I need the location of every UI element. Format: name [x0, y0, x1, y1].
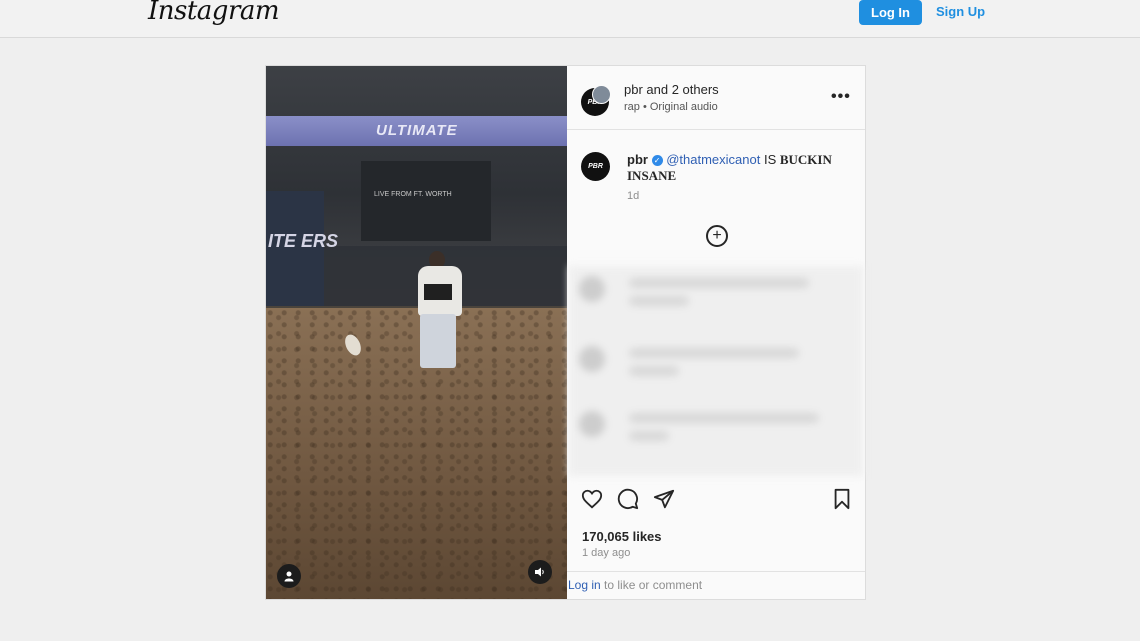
person-legs [420, 314, 456, 368]
video-player[interactable]: ULTIMATE LIVE FROM FT. WORTH ITE ERS [266, 66, 567, 599]
caption: pbr ✓ @thatmexicanot IS BUCKIN INSANE [627, 152, 852, 184]
divider [567, 571, 865, 572]
share-icon[interactable] [653, 488, 677, 512]
action-bar [567, 488, 865, 518]
arena-dirt [266, 308, 567, 599]
person-icon[interactable] [277, 564, 301, 588]
post-header: PBR pbr and 2 others rap • Original audi… [567, 66, 865, 130]
top-bar: Instagram Log In Sign Up [0, 0, 1140, 38]
post-details: PBR pbr and 2 others rap • Original audi… [567, 66, 865, 599]
caption-avatar-text: PBR [588, 163, 603, 170]
bookmark-icon[interactable] [831, 488, 855, 512]
collaborator-avatar[interactable] [592, 85, 611, 104]
login-button[interactable]: Log In [859, 0, 922, 25]
blurred-comments [569, 266, 863, 476]
caption-mention[interactable]: @thatmexicanot [666, 152, 760, 167]
likes-count[interactable]: 170,065 likes [582, 529, 662, 544]
login-prompt: Log in to like or comment [568, 578, 702, 592]
arena-tunnel-text: LIVE FROM FT. WORTH [374, 191, 452, 198]
arena-side-text: ITE ERS [268, 231, 339, 251]
load-more-comments-icon[interactable]: + [706, 225, 728, 247]
signup-link[interactable]: Sign Up [936, 4, 985, 19]
verified-badge-icon: ✓ [651, 155, 663, 167]
instagram-logo[interactable]: Instagram [148, 0, 280, 26]
arena-banner-text: ULTIMATE [376, 122, 458, 139]
arena-tunnel [361, 161, 491, 241]
comment-icon[interactable] [617, 488, 641, 512]
post-time: 1 day ago [582, 547, 631, 559]
login-link[interactable]: Log in [568, 578, 601, 592]
more-options-icon[interactable]: ••• [831, 88, 851, 106]
caption-text: IS [760, 152, 780, 167]
caption-avatar[interactable]: PBR [581, 152, 610, 181]
caption-time: 1d [627, 190, 640, 202]
login-prompt-text: to like or comment [600, 578, 703, 592]
caption-author[interactable]: pbr [627, 152, 648, 167]
person-vest [424, 284, 452, 300]
audio-info[interactable]: rap • Original audio [624, 101, 718, 113]
post-author-names[interactable]: pbr and 2 others [624, 82, 719, 97]
heart-icon[interactable] [581, 488, 605, 512]
speaker-icon[interactable] [528, 560, 552, 584]
post-card: ULTIMATE LIVE FROM FT. WORTH ITE ERS PBR… [265, 65, 866, 600]
